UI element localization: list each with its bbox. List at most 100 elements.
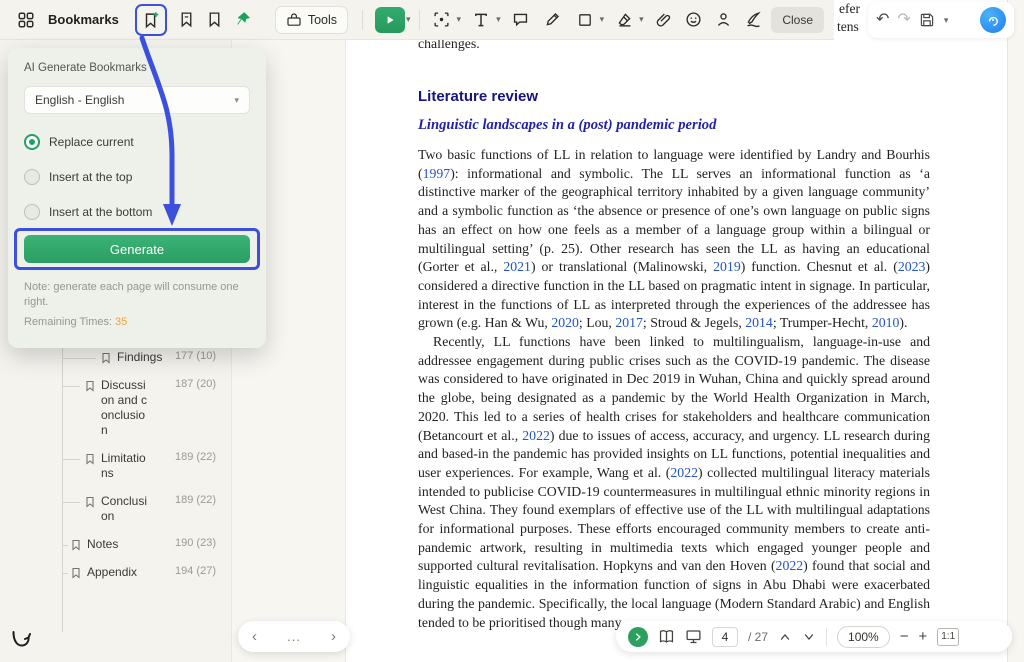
bookmark-item[interactable]: Findings 177 (10) [0, 350, 232, 365]
bookmark-label: Appendix [87, 565, 167, 580]
reader-mode-icon[interactable] [658, 628, 675, 645]
chevron-down-icon: ▾ [234, 95, 239, 106]
radio-unselected-icon[interactable] [24, 204, 40, 220]
prev-page-icon[interactable]: ‹ [252, 628, 257, 645]
body-text: ): informational and symbolic. The LL se… [418, 166, 930, 275]
remaining-label: Remaining Times: [24, 316, 112, 328]
radio-label: Insert at the top [49, 170, 132, 184]
toolbar-divider [362, 10, 363, 30]
bookmark-icon[interactable] [201, 6, 229, 34]
citation-link[interactable]: 1997 [423, 166, 451, 181]
chevron-down-icon[interactable]: ▾ [600, 14, 605, 25]
page-number-input[interactable] [712, 627, 738, 647]
chevron-down-icon[interactable]: ▾ [944, 15, 949, 26]
bookmark-item[interactable]: Discussion and conclusion187 (20) [0, 378, 232, 438]
bookmark-edit-icon[interactable] [173, 6, 201, 34]
citation-link[interactable]: 2019 [713, 259, 741, 274]
radio-option[interactable]: Insert at the bottom [24, 202, 250, 222]
paragraph: Two basic functions of LL in relation to… [418, 146, 930, 333]
body-text: ; Trumper-Hecht, [773, 315, 872, 330]
popup-note: Note: generate each page will consume on… [24, 280, 252, 310]
citation-link[interactable]: 2014 [745, 315, 773, 330]
top-toolbar: Bookmarks Tools ▾ ▾ ▾ ▾ ▾ [0, 0, 834, 40]
remaining-value: 35 [115, 316, 127, 328]
paragraph: Recently, LL functions have been linked … [418, 333, 930, 632]
sticker-icon[interactable] [680, 6, 708, 34]
bookmark-icon [100, 352, 112, 364]
save-icon[interactable] [919, 12, 935, 28]
actual-size-button[interactable]: 1:1 [937, 628, 959, 646]
bookmark-item[interactable]: Appendix194 (27) [0, 565, 232, 580]
more-pages-button[interactable]: ... [287, 629, 301, 644]
chevron-down-icon[interactable]: ▾ [406, 14, 411, 25]
remaining-times: Remaining Times:35 [24, 316, 127, 328]
zoom-level-button[interactable]: 100% [837, 626, 890, 648]
play-icon [384, 14, 396, 26]
signature-icon[interactable] [740, 6, 768, 34]
bookmark-item[interactable]: Notes190 (23) [0, 537, 232, 552]
radio-unselected-icon[interactable] [24, 169, 40, 185]
citation-link[interactable]: 2022 [522, 428, 550, 443]
ai-assistant-icon[interactable] [980, 7, 1006, 33]
citation-link[interactable]: 2022 [776, 558, 804, 573]
page-nav-pill: ‹ ... › [238, 621, 350, 652]
chevron-down-icon[interactable]: ▾ [496, 14, 501, 25]
toolbox-icon [286, 12, 302, 28]
eraser-tool-icon[interactable] [610, 6, 638, 34]
pin-icon[interactable] [229, 6, 257, 34]
bookmark-label: Notes [87, 537, 167, 552]
language-select[interactable]: English - English ▾ [24, 86, 250, 114]
next-page-icon[interactable]: › [331, 628, 336, 645]
bookmark-item[interactable]: Conclusion 189 (22) [0, 494, 232, 524]
ai-generate-bookmarks-popup: AI Generate Bookmarks English - English … [8, 48, 266, 348]
bookmark-label: Findings [117, 350, 167, 365]
radio-option[interactable]: Replace current [24, 132, 250, 152]
section-heading: Literature review [418, 88, 538, 105]
statusbar-divider [826, 628, 827, 646]
zoom-out-icon[interactable]: − [900, 629, 909, 644]
citation-link[interactable]: 2022 [670, 465, 698, 480]
bookmark-page-number: 189 (22) [175, 494, 216, 506]
bookmark-page-number: 177 (10) [175, 350, 216, 362]
bookmark-label: Conclusion [101, 494, 151, 524]
previous-page-icon[interactable] [778, 630, 792, 644]
shape-tool-icon[interactable] [571, 6, 599, 34]
screenshot-tool-icon[interactable] [428, 6, 456, 34]
citation-link[interactable]: 2017 [615, 315, 643, 330]
comment-tool-icon[interactable] [507, 6, 535, 34]
chevron-down-icon[interactable]: ▾ [639, 14, 644, 25]
tools-button[interactable]: Tools [275, 6, 348, 34]
redo-icon[interactable]: ↷ [897, 12, 910, 28]
bookmark-icon [84, 453, 96, 465]
pencil-tool-icon[interactable] [539, 6, 567, 34]
citation-link[interactable]: 2020 [551, 315, 579, 330]
radio-option[interactable]: Insert at the top [24, 167, 250, 187]
generate-button[interactable]: Generate [24, 235, 250, 263]
expand-panel-icon[interactable] [628, 627, 648, 647]
text-tool-icon[interactable] [467, 6, 495, 34]
presentation-icon[interactable] [685, 628, 702, 645]
citation-link[interactable]: 2010 [872, 315, 900, 330]
play-button[interactable] [375, 7, 405, 33]
chevron-down-icon[interactable]: ▾ [457, 14, 462, 25]
subsection-heading: Linguistic landscapes in a (post) pandem… [418, 117, 716, 134]
close-button[interactable]: Close [771, 7, 824, 33]
stamp-icon[interactable] [710, 6, 738, 34]
citation-link[interactable]: 2021 [503, 259, 531, 274]
panel-toggle-icon[interactable] [12, 6, 40, 34]
bookmark-label: Limitations [101, 451, 151, 481]
toolbar-right-group: ↶ ↷ ▾ [868, 2, 1014, 38]
bookmark-icon [84, 496, 96, 508]
zoom-in-icon[interactable]: + [918, 629, 927, 644]
tutorial-highlight-box: Generate [14, 228, 260, 270]
undo-icon[interactable]: ↶ [876, 12, 889, 28]
language-selected-value: English - English [35, 93, 124, 107]
bookmark-item[interactable]: Limitations189 (22) [0, 451, 232, 481]
next-page-icon[interactable] [802, 630, 816, 644]
citation-link[interactable]: 2023 [898, 259, 926, 274]
body-text: ) or translational (Malinowski, [531, 259, 713, 274]
bookmark-icon [70, 539, 82, 551]
attachment-icon[interactable] [650, 6, 678, 34]
ai-generate-bookmarks-button[interactable] [135, 4, 167, 36]
radio-selected-icon[interactable] [24, 134, 40, 150]
